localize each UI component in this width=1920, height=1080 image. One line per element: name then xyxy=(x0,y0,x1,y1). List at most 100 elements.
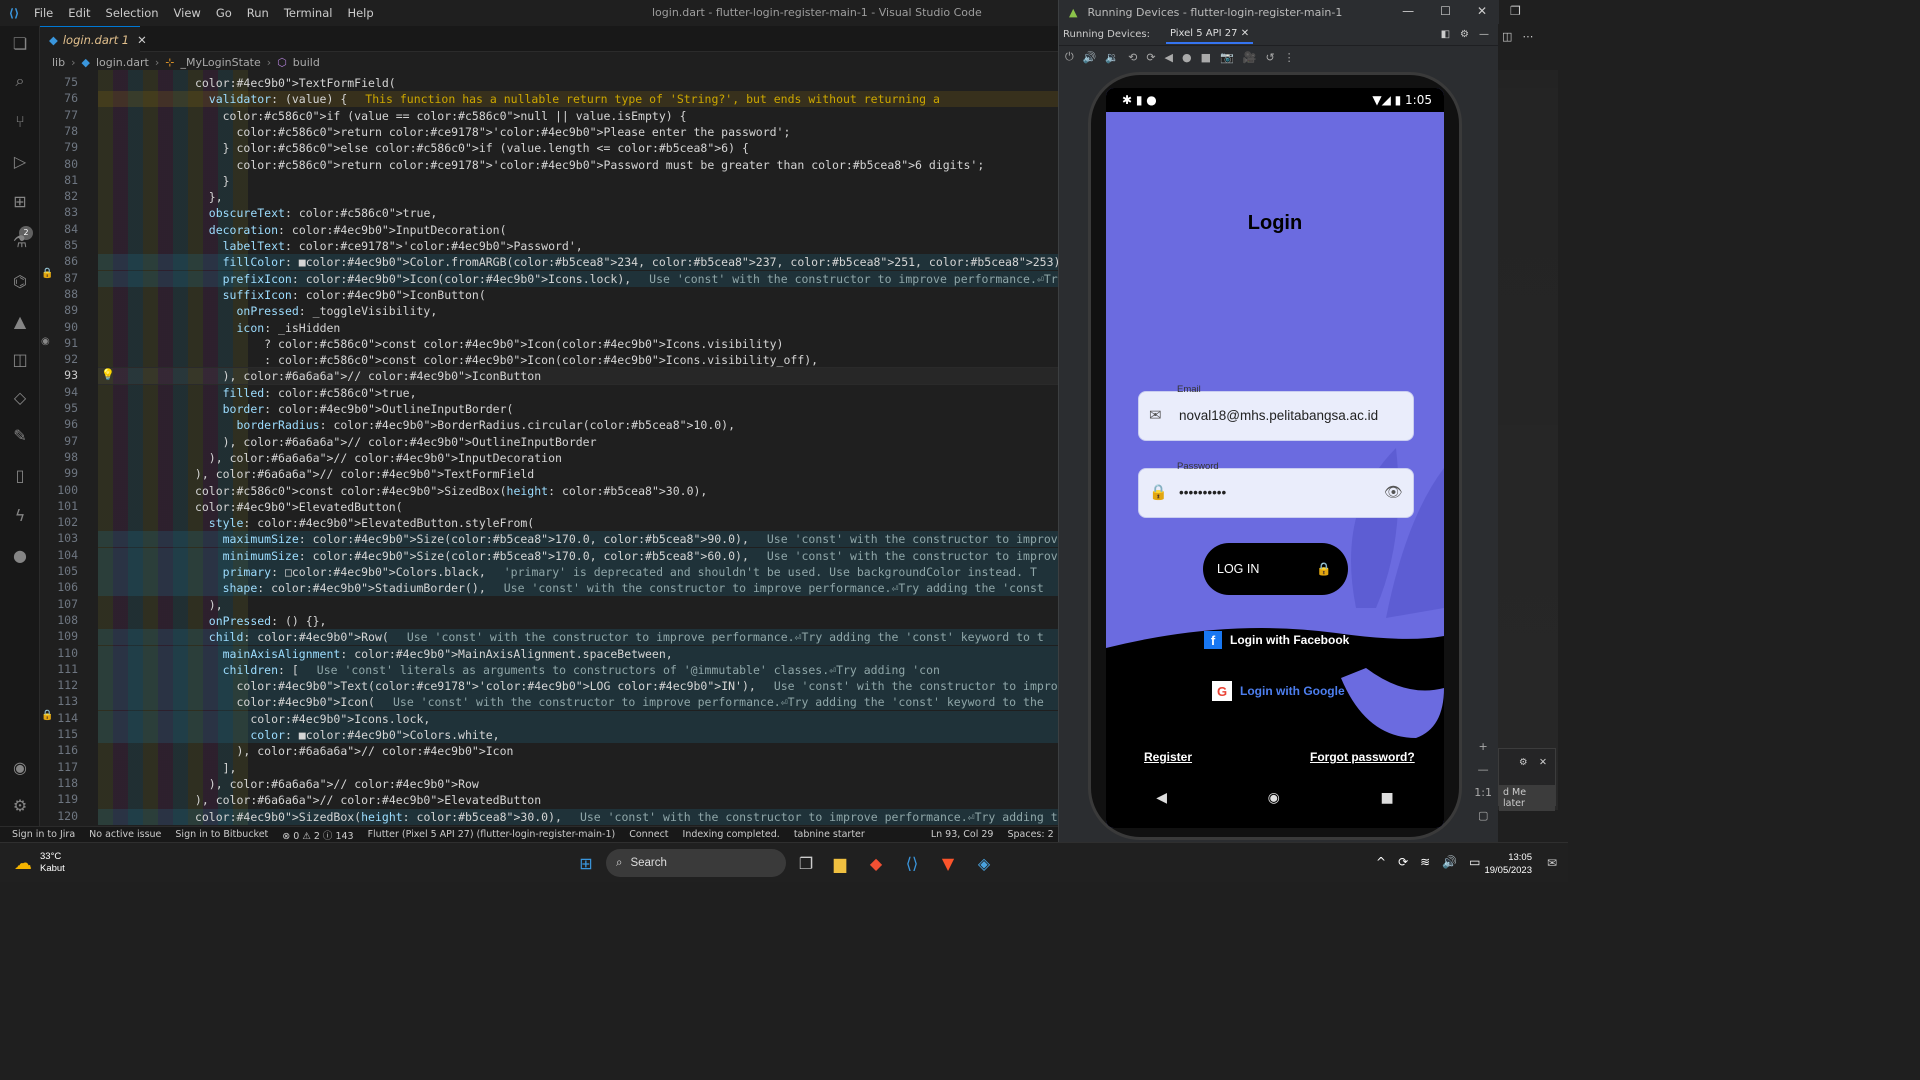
volume-down-icon[interactable]: 🔉 xyxy=(1105,51,1119,64)
code-line[interactable]: ), color:#6a6a6a">// color:#4ec9b0">Elev… xyxy=(98,792,541,808)
home-icon[interactable]: ◉ xyxy=(1268,790,1280,806)
remind-later-button[interactable]: d Me later xyxy=(1499,785,1555,811)
taskbar-clock[interactable]: 13:05 19/05/2023 xyxy=(1484,851,1532,877)
zoom-out-icon[interactable]: — xyxy=(1478,763,1489,776)
testing-icon[interactable]: ⚗ xyxy=(9,230,31,252)
explorer-icon[interactable]: ❏ xyxy=(9,32,31,54)
code-line[interactable]: color:#c586c0">const color:#4ec9b0">Size… xyxy=(98,483,707,499)
code-line[interactable]: color:#4ec9b0">ElevatedButton( xyxy=(98,499,403,515)
extensions-icon[interactable]: ⊞ xyxy=(9,190,31,212)
zoom-in-icon[interactable]: + xyxy=(1479,740,1488,753)
more-icon[interactable]: ⋮ xyxy=(1284,51,1295,64)
code-line[interactable]: color:#c586c0">if (value == color:#c586c… xyxy=(98,108,687,124)
code-line[interactable]: : color:#c586c0">const color:#4ec9b0">Ic… xyxy=(98,352,818,368)
code-line[interactable]: } color:#c586c0">else color:#c586c0">if … xyxy=(98,140,749,156)
close-icon[interactable]: ✕ xyxy=(137,33,147,47)
deploy-icon[interactable]: ▲ xyxy=(9,310,31,332)
code-line[interactable]: border: color:#4ec9b0">OutlineInputBorde… xyxy=(98,401,514,417)
menu-item[interactable]: Go xyxy=(216,6,232,20)
code-line[interactable]: decoration: color:#4ec9b0">InputDecorati… xyxy=(98,222,507,238)
code-line[interactable]: borderRadius: color:#4ec9b0">BorderRadiu… xyxy=(98,417,735,433)
breadcrumb-lib[interactable]: lib xyxy=(52,56,65,69)
code-line[interactable]: child: color:#4ec9b0">Row(Use 'const' wi… xyxy=(98,629,1058,646)
code-line[interactable]: color: ■color:#4ec9b0">Colors.white, xyxy=(98,727,1058,743)
database-icon[interactable]: ◫ xyxy=(9,348,31,370)
code-line[interactable]: suffixIcon: color:#4ec9b0">IconButton( xyxy=(98,287,486,303)
problems-count[interactable]: ⊗ 0 ⚠ 2 ⓘ 143 xyxy=(282,828,353,842)
code-line[interactable]: style: color:#4ec9b0">ElevatedButton.sty… xyxy=(98,515,534,531)
visibility-icon[interactable]: 👁 xyxy=(1384,483,1403,501)
hide-icon[interactable]: — xyxy=(1479,29,1489,40)
code-line[interactable]: ), color:#6a6a6a">// color:#4ec9b0">Outl… xyxy=(98,434,597,450)
code-line[interactable]: primary: □color:#4ec9b0">Colors.black, 'p… xyxy=(98,564,1058,580)
code-line[interactable]: ? color:#c586c0">const color:#4ec9b0">Ic… xyxy=(98,336,783,352)
device-icon[interactable]: ▯ xyxy=(9,464,31,486)
rotate-left-icon[interactable]: ⟲ xyxy=(1128,51,1137,64)
code-line[interactable]: ), color:#6a6a6a">// color:#4ec9b0">Row xyxy=(98,776,479,792)
code-line[interactable]: maximumSize: color:#4ec9b0">Size(color:#… xyxy=(98,531,1058,548)
cursor-position[interactable]: Ln 93, Col 29 xyxy=(931,829,994,840)
code-line[interactable]: minimumSize: color:#4ec9b0">Size(color:#… xyxy=(98,547,1058,564)
menu-item[interactable]: Run xyxy=(247,6,269,20)
code-line[interactable]: ), color:#6a6a6a">// color:#4ec9b0">Icon xyxy=(98,743,513,759)
zoom-actual-size[interactable]: 1:1 xyxy=(1474,786,1492,799)
chevron-up-icon[interactable]: ^ xyxy=(1376,855,1386,869)
close-icon[interactable]: ✕ xyxy=(1477,4,1487,18)
home-icon[interactable]: ● xyxy=(1182,51,1192,64)
feather-icon[interactable]: ✎ xyxy=(9,424,31,446)
minimize-icon[interactable]: — xyxy=(1402,4,1414,18)
minimap[interactable] xyxy=(1498,70,1558,810)
code-line[interactable]: validator: (value) {This function has a … xyxy=(98,91,1058,108)
close-icon[interactable]: ✕ xyxy=(1539,757,1547,768)
menu-item[interactable]: Help xyxy=(347,6,373,20)
breadcrumb-method[interactable]: build xyxy=(293,56,320,69)
weather-widget[interactable]: ☁ 33°C Kabut xyxy=(14,851,65,875)
split-editor-icon[interactable]: ◫ xyxy=(1502,30,1512,43)
email-field[interactable]: Email ✉ noval18@mhs.pelitabangsa.ac.id xyxy=(1138,384,1414,441)
diagnostic-hint[interactable]: Use 'const' with the constructor to impr… xyxy=(767,549,1058,563)
code-line[interactable]: shape: color:#4ec9b0">StadiumBorder(), Us… xyxy=(98,580,1058,597)
taskbar-search[interactable]: ⌕ Search xyxy=(606,849,786,877)
file-explorer-icon[interactable]: ▆ xyxy=(828,851,852,875)
brave-icon[interactable]: ▼ xyxy=(936,851,960,875)
code-line[interactable]: labelText: color:#ce9178">'color:#4ec9b0… xyxy=(98,238,583,254)
diagnostic-hint[interactable]: Use 'const' with the constructor to impr… xyxy=(774,679,1058,693)
task-view-icon[interactable]: ❐ xyxy=(794,851,818,875)
overview-icon[interactable]: ■ xyxy=(1380,790,1393,806)
lightbulb-icon[interactable]: 💡 xyxy=(101,368,115,381)
diagnostic-hint[interactable]: Use 'const' with the constructor to impr… xyxy=(407,630,1044,644)
code-line[interactable]: }, xyxy=(98,189,223,205)
code-line[interactable]: color:#4ec9b0">TextFormField( xyxy=(98,75,396,91)
code-line[interactable]: color:#c586c0">return color:#ce9178">'co… xyxy=(98,124,790,140)
record-icon[interactable]: 🎥 xyxy=(1243,51,1257,64)
android-studio-icon[interactable]: ◈ xyxy=(972,851,996,875)
google-login-button[interactable]: G Login with Google xyxy=(1212,681,1345,701)
phone-screen[interactable]: ✱ ▮ ● ▼◢ ▮ 1:05 Login Email ✉ noval18@mh… xyxy=(1106,88,1444,828)
wifi-icon[interactable]: ≋ xyxy=(1420,855,1430,869)
code-line[interactable]: prefixIcon: color:#4ec9b0">Icon(color:#4… xyxy=(98,270,1058,287)
indent-spaces[interactable]: Spaces: 2 xyxy=(1007,829,1053,840)
back-icon[interactable]: ◀ xyxy=(1156,790,1167,806)
vscode-icon[interactable]: ⟨⟩ xyxy=(900,851,924,875)
register-link[interactable]: Register xyxy=(1144,750,1192,764)
settings-gear-icon[interactable]: ⚙ xyxy=(9,794,31,816)
back-icon[interactable]: ◀ xyxy=(1165,51,1173,64)
screenshot-icon[interactable]: 📷 xyxy=(1220,51,1234,64)
connect-status[interactable]: Connect xyxy=(629,829,668,840)
menu-item[interactable]: Selection xyxy=(106,6,159,20)
code-line[interactable]: onPressed: () {}, xyxy=(98,613,327,629)
breadcrumb-class[interactable]: _MyLoginState xyxy=(180,56,260,69)
github-icon[interactable]: ● xyxy=(9,544,31,566)
restore-window-icon[interactable]: ❐ xyxy=(1510,4,1521,18)
code-line[interactable]: onPressed: _toggleVisibility, xyxy=(98,303,437,319)
code-line[interactable]: color:#4ec9b0">Text(color:#ce9178">'colo… xyxy=(98,678,1058,695)
tab-pixel-5[interactable]: Pixel 5 API 27 ✕ xyxy=(1165,25,1254,44)
code-area[interactable]: color:#4ec9b0">TextFormField( validator:… xyxy=(98,70,1058,825)
menu-item[interactable]: View xyxy=(174,6,201,20)
code-line[interactable]: obscureText: color:#c586c0">true, xyxy=(98,205,438,221)
more-actions-icon[interactable]: ⋯ xyxy=(1522,30,1533,43)
code-line[interactable]: color:#4ec9b0">Icon(Use 'const' with the… xyxy=(98,694,1058,711)
code-editor[interactable]: 75 76 77 78 79 80 81 82 83 84 85 86 87 88 89 90 91 92 93 94… xyxy=(40,70,1058,825)
containers-icon[interactable]: ◇ xyxy=(9,386,31,408)
code-line[interactable]: ], xyxy=(98,760,237,776)
